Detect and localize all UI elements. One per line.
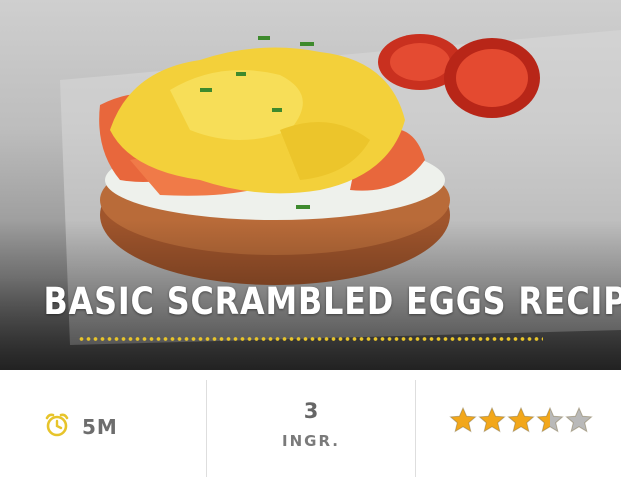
star-icon: [478, 406, 506, 433]
star-icon: [536, 406, 564, 433]
ingredients-label: INGR.: [282, 432, 340, 450]
ingredients-count: 3: [303, 399, 319, 423]
prep-time-value: 5M: [82, 415, 118, 439]
star-icon: [565, 406, 593, 433]
alarm-clock-icon: [44, 412, 70, 442]
star-rating[interactable]: [449, 406, 594, 434]
recipe-title: BASIC SCRAMBLED EGGS RECIPE: [43, 280, 621, 323]
star-icon: [507, 406, 535, 433]
star-icon: [449, 406, 477, 433]
time-cell[interactable]: 5M: [0, 370, 207, 477]
ingredients-cell[interactable]: [207, 370, 415, 477]
title-dotted-underline: [78, 336, 543, 342]
recipe-card[interactable]: BASIC SCRAMBLED EGGS RECIPE 5M 3 INGR.: [0, 0, 621, 477]
